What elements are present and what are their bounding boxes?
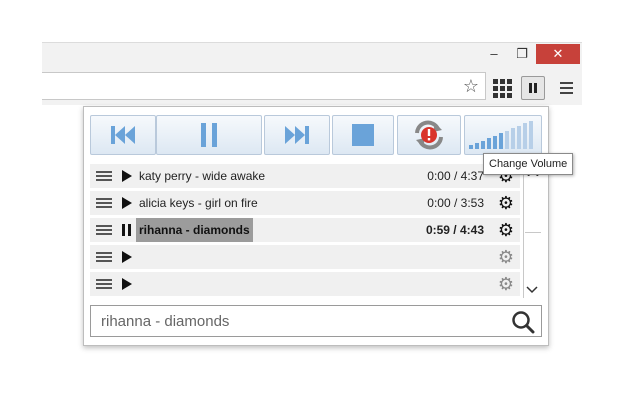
player-extension-button[interactable] <box>521 76 545 100</box>
play-icon[interactable] <box>122 278 132 290</box>
previous-icon <box>111 126 135 144</box>
next-icon <box>285 126 309 144</box>
maximize-button[interactable]: ❐ <box>508 44 536 64</box>
track-time: 0:59 / 4:43 <box>425 223 484 237</box>
stop-icon <box>352 124 374 146</box>
volume-bars-icon <box>469 121 533 149</box>
playlist: katy perry - wide awake 0:00 / 4:37 ⚙ al… <box>90 164 542 298</box>
browser-menu-icon[interactable] <box>555 76 579 100</box>
track-title: rihanna - diamonds <box>136 218 253 242</box>
track-title: katy perry - wide awake <box>139 169 266 183</box>
address-bar[interactable]: ☆ <box>42 72 486 100</box>
playlist-row-empty[interactable]: ⚙ <box>90 272 520 296</box>
scroll-thumb[interactable] <box>525 176 541 233</box>
gear-icon[interactable]: ⚙ <box>498 247 514 267</box>
repeat-error-icon <box>415 120 443 150</box>
apps-grid-icon[interactable] <box>490 76 514 100</box>
search-icon[interactable] <box>511 310 535 334</box>
repeat-button[interactable] <box>397 115 461 155</box>
previous-button[interactable] <box>90 115 156 155</box>
chevron-down-icon[interactable] <box>526 284 538 296</box>
search-field[interactable] <box>90 305 542 337</box>
close-button[interactable]: ✕ <box>536 44 580 64</box>
play-icon[interactable] <box>122 197 132 209</box>
next-button[interactable] <box>264 115 330 155</box>
drag-handle-icon[interactable] <box>96 198 112 208</box>
playlist-row[interactable]: alicia keys - girl on fire 0:00 / 3:53 ⚙ <box>90 191 520 215</box>
drag-handle-icon[interactable] <box>96 225 112 235</box>
stop-button[interactable] <box>332 115 394 155</box>
pause-icon <box>201 123 217 147</box>
pause-button[interactable] <box>156 115 262 155</box>
drag-handle-icon[interactable] <box>96 252 112 262</box>
gear-icon[interactable]: ⚙ <box>498 220 514 240</box>
track-time: 0:00 / 3:53 <box>427 196 484 210</box>
volume-tooltip: Change Volume <box>483 153 574 175</box>
play-icon[interactable] <box>122 251 132 263</box>
bookmark-star-icon[interactable]: ☆ <box>463 76 479 96</box>
playlist-scrollbar[interactable] <box>523 164 542 298</box>
volume-button[interactable] <box>464 115 542 155</box>
track-title: alicia keys - girl on fire <box>139 196 258 210</box>
playlist-row-empty[interactable]: ⚙ <box>90 245 520 269</box>
track-time: 0:00 / 4:37 <box>427 169 484 183</box>
drag-handle-icon[interactable] <box>96 279 112 289</box>
minimize-button[interactable]: – <box>480 44 508 64</box>
player-popup: katy perry - wide awake 0:00 / 4:37 ⚙ al… <box>83 106 549 346</box>
search-input[interactable] <box>91 306 521 336</box>
drag-handle-icon[interactable] <box>96 171 112 181</box>
pause-icon[interactable] <box>122 224 132 236</box>
play-icon[interactable] <box>122 170 132 182</box>
playlist-row[interactable]: katy perry - wide awake 0:00 / 4:37 ⚙ <box>90 164 520 188</box>
gear-icon[interactable]: ⚙ <box>498 274 514 294</box>
gear-icon[interactable]: ⚙ <box>498 193 514 213</box>
playlist-row-active[interactable]: rihanna - diamonds 0:59 / 4:43 ⚙ <box>90 218 520 242</box>
